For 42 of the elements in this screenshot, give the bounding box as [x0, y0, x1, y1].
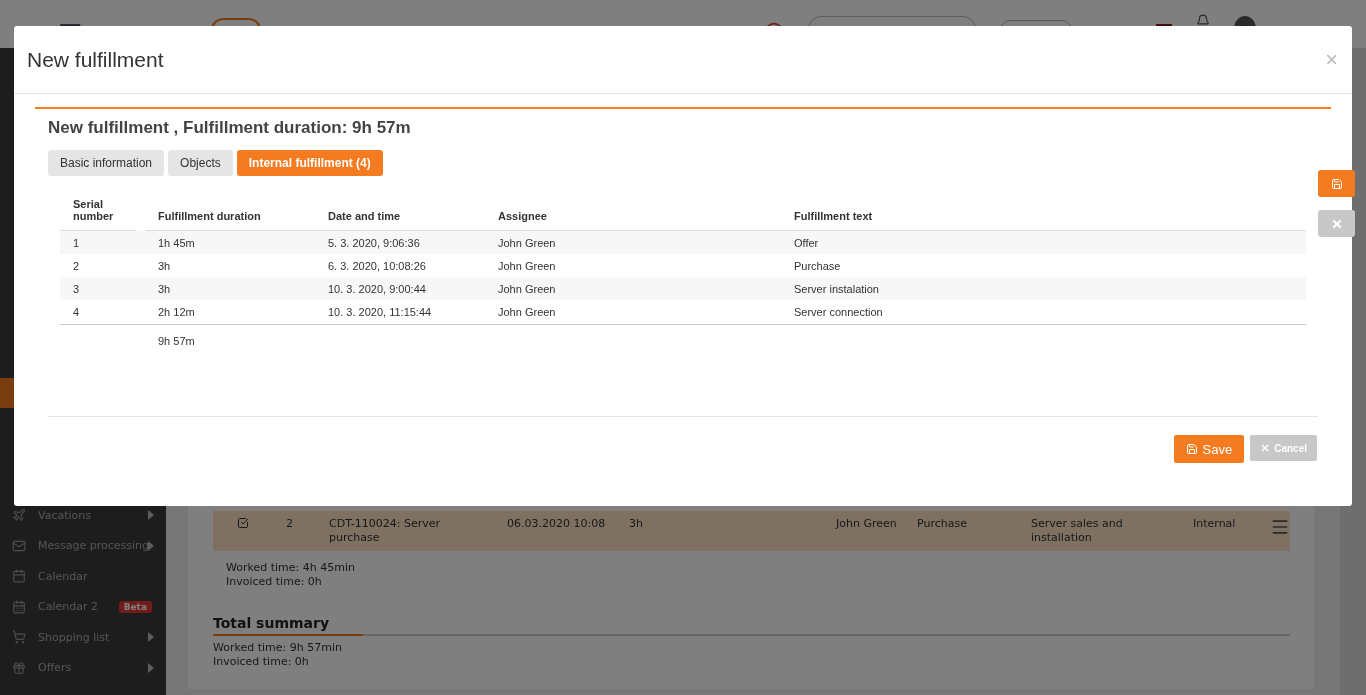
table-cell: 5. 3. 2020, 9:06:36 [315, 231, 485, 254]
sidebar-item[interactable]: Calendar [0, 561, 166, 592]
summary-text: Worked time: 9h 57min [213, 641, 343, 655]
duration: 3h [629, 517, 644, 531]
menu-label: Calendar [38, 569, 88, 583]
sidebar-item[interactable]: Shopping list [0, 622, 166, 653]
menu-label: Message processing [38, 539, 149, 553]
tab[interactable]: Internal fulfillment (4) [236, 150, 383, 176]
assignee: John Green [836, 517, 898, 531]
close-button[interactable]: × [1325, 46, 1338, 73]
table-cell: 1 [60, 231, 145, 254]
tab[interactable]: Basic information [48, 150, 165, 176]
date-time: 06.03.2020 10:08 [507, 517, 607, 531]
category: Internal [1193, 517, 1237, 531]
description: Server sales and installation [1031, 517, 1124, 545]
table-cell: Server instalation [781, 277, 1306, 300]
task-type: Purchase [917, 517, 968, 531]
table-cell: 3 [60, 277, 145, 300]
table-cell: 3h [145, 277, 315, 300]
beta-badge: Beta [118, 600, 152, 613]
menu-label: Shopping list [38, 630, 110, 644]
save-button[interactable]: Save [1173, 435, 1245, 463]
tab[interactable]: Objects [168, 150, 233, 176]
table-cell: John Green [485, 277, 781, 300]
menu-label: Calendar 2 [38, 600, 98, 614]
serial-number: 2 [286, 517, 294, 531]
sidebar-item[interactable]: Calendar 2 Beta [0, 591, 166, 622]
task-title: CDT-110024: Server purchase [329, 517, 442, 545]
table-cell: 1h 45m [145, 231, 315, 254]
section-heading: New fulfillment , Fulfillment duration: 9h 57m [48, 118, 412, 138]
sidebar-item[interactable]: Offers [0, 652, 166, 683]
summary-title: Total summary [213, 615, 331, 633]
subtotal-text: Worked time: 4h 45min [226, 561, 356, 575]
total-duration: 9h 57m [157, 334, 196, 347]
table-cell: 10. 3. 2020, 9:00:44 [315, 277, 485, 300]
sidebar-item[interactable]: Message processing [0, 530, 166, 561]
dialog-title: New fulfillment [27, 47, 164, 72]
menu-label: Offers [38, 661, 72, 675]
table-cell: Offer [781, 231, 1306, 254]
table-cell: John Green [485, 231, 781, 254]
subtotal-text: Invoiced time: 0h [226, 575, 323, 589]
summary-text: Invoiced time: 0h [213, 655, 310, 669]
